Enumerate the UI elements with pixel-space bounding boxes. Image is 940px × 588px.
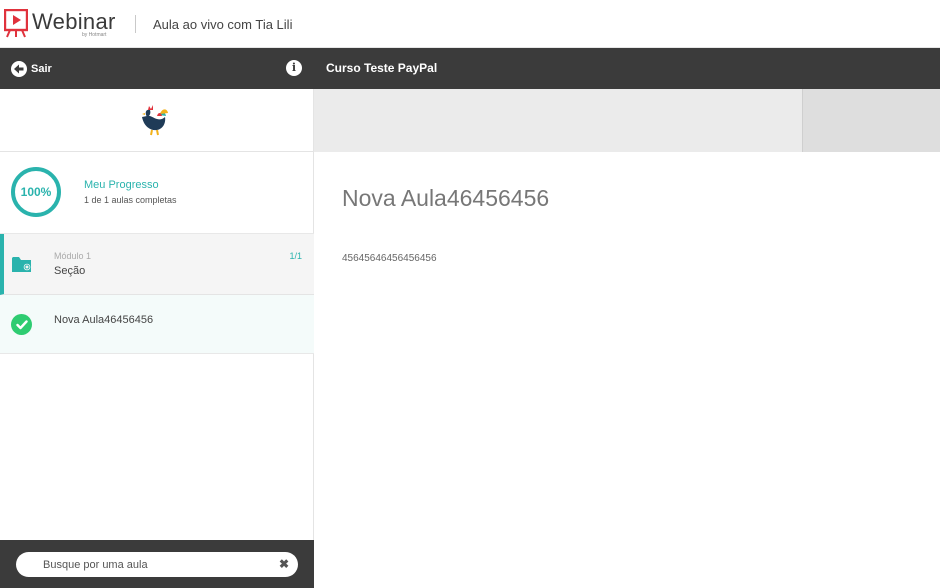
sidebar-header: Sair i (0, 48, 314, 89)
search-input[interactable] (16, 552, 298, 577)
module-label: Módulo 1 (54, 251, 92, 261)
lesson-content: Nova Aula46456456 4564564645645645​6 (314, 152, 940, 588)
header-divider (135, 15, 136, 33)
exit-button[interactable]: Sair (11, 61, 52, 77)
section-name: Seção (54, 265, 86, 277)
lesson-name: Nova Aula46456456 (54, 314, 154, 326)
event-title: Aula ao vivo com Tia Lili (153, 17, 293, 32)
presentation-screen-icon (4, 9, 28, 38)
course-title: Curso Teste PayPal (326, 61, 438, 75)
info-icon[interactable]: i (286, 60, 302, 76)
rooster-logo-icon (142, 105, 168, 136)
lesson-body-text: 4564564645645645​6 (342, 253, 437, 264)
arrow-left-circle-icon (11, 61, 27, 77)
module-item[interactable]: Módulo 1 1/1 Seção (0, 234, 314, 295)
progress-subtitle: 1 de 1 aulas completas (84, 195, 177, 205)
progress-ring: 100% (11, 167, 61, 217)
exit-label: Sair (31, 63, 52, 75)
progress-title[interactable]: Meu Progresso (84, 179, 159, 191)
progress-panel: 100% Meu Progresso 1 de 1 aulas completa… (0, 152, 314, 234)
folder-icon (12, 257, 31, 272)
course-logo-area (0, 89, 314, 152)
progress-percent: 100% (20, 185, 52, 199)
module-count: 1/1 (289, 251, 302, 261)
lesson-title: Nova Aula46456456 (342, 185, 550, 211)
check-circle-icon (11, 314, 32, 335)
top-bar: Webinar by Hotmart Aula ao vivo com Tia … (0, 0, 940, 48)
search-bar: ✖ (0, 540, 314, 588)
close-icon[interactable]: ✖ (278, 558, 290, 570)
sidebar: Sair i 100% Meu Progresso 1 de 1 aulas c… (0, 48, 314, 588)
media-side-panel (802, 89, 940, 152)
lesson-item[interactable]: Nova Aula46456456 (0, 295, 314, 354)
brand-subtitle: by Hotmart (82, 32, 107, 38)
course-header: Curso Teste PayPal (314, 48, 940, 89)
